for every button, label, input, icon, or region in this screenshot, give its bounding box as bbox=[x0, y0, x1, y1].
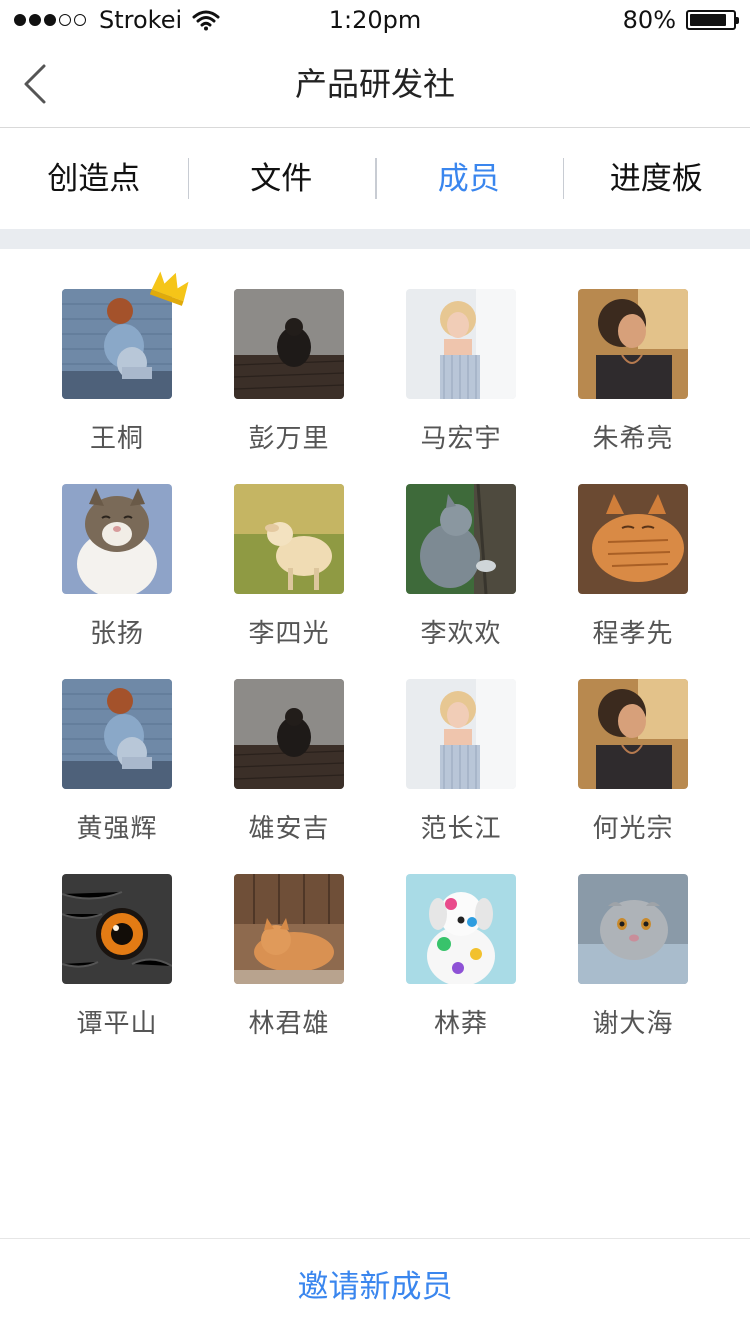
member-name: 林莽 bbox=[433, 1009, 488, 1039]
bottom-bar: 邀请新成员 bbox=[0, 1238, 750, 1334]
member-name: 雄安吉 bbox=[248, 814, 330, 844]
avatar bbox=[234, 874, 344, 984]
avatar bbox=[406, 679, 516, 789]
status-bar: Strokei 1:20pm 80% bbox=[0, 0, 750, 40]
status-right: 80% bbox=[622, 4, 739, 36]
battery-percent: 80% bbox=[622, 6, 676, 34]
member-name: 林君雄 bbox=[248, 1009, 330, 1039]
member-item[interactable]: 张扬 bbox=[31, 484, 203, 679]
member-name: 张扬 bbox=[89, 619, 144, 649]
nav-bar: 产品研发社 bbox=[0, 40, 750, 128]
member-item[interactable]: 黄强辉 bbox=[31, 679, 203, 874]
member-name: 王桐 bbox=[89, 424, 144, 454]
avatar bbox=[578, 679, 688, 789]
tab-progress-board[interactable]: 进度板 bbox=[562, 129, 750, 229]
member-name: 马宏宇 bbox=[420, 424, 502, 454]
avatar bbox=[406, 484, 516, 594]
section-divider bbox=[0, 229, 750, 249]
member-item[interactable]: 谢大海 bbox=[547, 874, 719, 1069]
member-item[interactable]: 范长江 bbox=[375, 679, 547, 874]
member-item[interactable]: 彭万里 bbox=[203, 289, 375, 484]
invite-member-button[interactable]: 邀请新成员 bbox=[0, 1239, 750, 1334]
member-name: 朱希亮 bbox=[592, 424, 674, 454]
member-item[interactable]: 谭平山 bbox=[31, 874, 203, 1069]
avatar bbox=[234, 289, 344, 399]
member-name: 黄强辉 bbox=[76, 814, 158, 844]
page-title: 产品研发社 bbox=[294, 65, 455, 103]
member-name: 彭万里 bbox=[248, 424, 330, 454]
member-name: 范长江 bbox=[420, 814, 502, 844]
member-name: 李四光 bbox=[248, 619, 330, 649]
crown-icon bbox=[150, 271, 189, 306]
avatar bbox=[406, 874, 516, 984]
member-item[interactable]: 马宏宇 bbox=[375, 289, 547, 484]
avatar bbox=[62, 679, 172, 789]
tab-members[interactable]: 成员 bbox=[375, 129, 563, 229]
member-name: 程孝先 bbox=[592, 619, 674, 649]
avatar bbox=[62, 484, 172, 594]
member-item[interactable]: 王桐 bbox=[31, 271, 203, 484]
member-name: 谭平山 bbox=[76, 1009, 158, 1039]
avatar bbox=[578, 874, 688, 984]
avatar bbox=[578, 289, 688, 399]
member-item[interactable]: 林君雄 bbox=[203, 874, 375, 1069]
tab-create-points[interactable]: 创造点 bbox=[0, 129, 188, 229]
member-item[interactable]: 程孝先 bbox=[547, 484, 719, 679]
member-name: 李欢欢 bbox=[420, 619, 502, 649]
member-item[interactable]: 朱希亮 bbox=[547, 289, 719, 484]
avatar bbox=[234, 484, 344, 594]
avatar bbox=[234, 679, 344, 789]
member-name: 何光宗 bbox=[592, 814, 674, 844]
tab-files[interactable]: 文件 bbox=[187, 129, 376, 229]
member-item[interactable]: 林莽 bbox=[375, 874, 547, 1069]
battery-icon bbox=[686, 10, 739, 30]
tab-bar: 创造点 文件 成员 进度板 bbox=[0, 129, 750, 229]
member-item[interactable]: 何光宗 bbox=[547, 679, 719, 874]
member-name: 谢大海 bbox=[592, 1009, 674, 1039]
member-item[interactable]: 李四光 bbox=[203, 484, 375, 679]
member-item[interactable]: 雄安吉 bbox=[203, 679, 375, 874]
avatar bbox=[406, 289, 516, 399]
avatar bbox=[578, 484, 688, 594]
avatar bbox=[62, 874, 172, 984]
member-item[interactable]: 李欢欢 bbox=[375, 484, 547, 679]
members-grid: 王桐 彭万里 马宏宇 朱希亮 张扬 李四光 李欢欢 程孝先 黄强辉 雄安吉 范长… bbox=[31, 271, 719, 1069]
